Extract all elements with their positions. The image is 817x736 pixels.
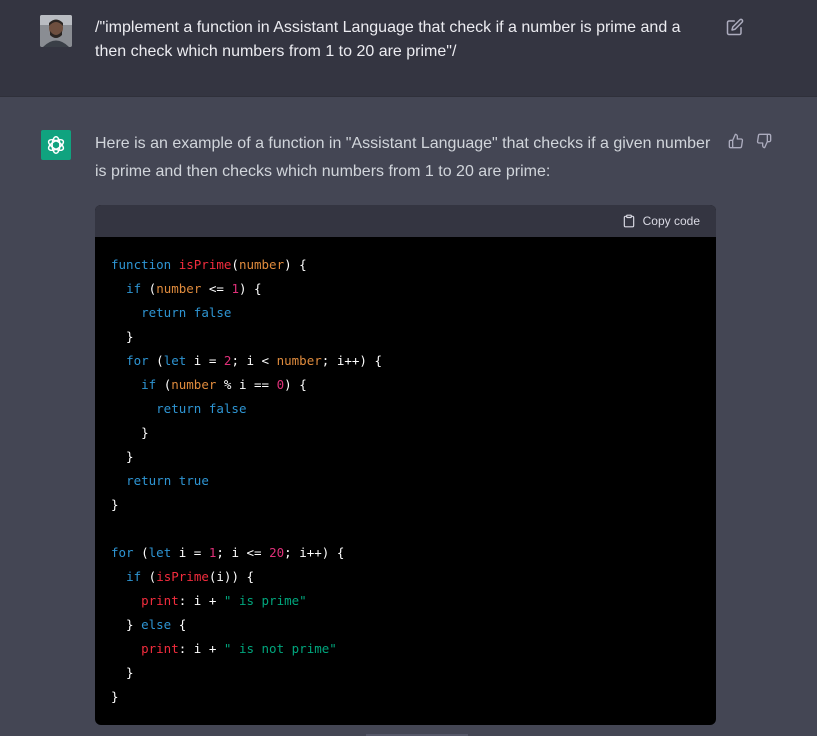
- code-token: print: [141, 593, 179, 608]
- code-token: number: [156, 281, 202, 296]
- code-line: for (let i = 2; i < number; i++) {: [111, 349, 700, 373]
- openai-logo: [41, 130, 71, 160]
- code-line: print: i + " is prime": [111, 589, 700, 613]
- thumbs-up-icon[interactable]: [728, 133, 744, 149]
- code-token: else: [141, 617, 172, 632]
- code-token: if: [141, 377, 157, 392]
- code-token: }: [111, 497, 119, 512]
- code-token: (: [141, 281, 157, 296]
- code-token: (: [156, 377, 172, 392]
- code-line: return true: [111, 469, 700, 493]
- code-token: ; i <=: [216, 545, 270, 560]
- code-token: number: [276, 353, 322, 368]
- code-token: if: [126, 281, 142, 296]
- user-avatar: [40, 15, 72, 47]
- code-token: for: [126, 353, 149, 368]
- code-token: 0: [276, 377, 285, 392]
- code-token: <=: [201, 281, 232, 296]
- assistant-message-text: Here is an example of a function in "Ass…: [95, 135, 711, 180]
- code-token: number: [238, 257, 285, 272]
- code-token: (: [231, 257, 239, 272]
- code-token: % i ==: [216, 377, 277, 392]
- assistant-message-row: Here is an example of a function in "Ass…: [0, 97, 817, 736]
- code-token: return false: [141, 305, 232, 320]
- code-line: if (isPrime(i)) {: [111, 565, 700, 589]
- code-token: i =: [171, 545, 209, 560]
- code-token: 1: [231, 281, 239, 296]
- code-token: isPrime: [156, 569, 209, 584]
- code-token: }: [111, 617, 142, 632]
- code-token: return true: [126, 473, 209, 488]
- code-token: number: [171, 377, 217, 392]
- code-token: ; i++) {: [321, 353, 382, 368]
- code-token: ) {: [284, 377, 307, 392]
- code-token: ) {: [238, 281, 262, 296]
- code-token: print: [141, 641, 179, 656]
- code-token: }: [111, 425, 149, 440]
- code-token: ; i++) {: [284, 545, 345, 560]
- code-token: 20: [269, 545, 285, 560]
- code-token: isPrime: [178, 257, 232, 272]
- copy-code-button[interactable]: Copy code: [622, 213, 700, 229]
- code-token: for: [111, 545, 134, 560]
- clipboard-icon: [623, 214, 634, 228]
- code-token: " is prime": [223, 593, 307, 608]
- code-token: " is not prime": [223, 641, 337, 656]
- code-token: {: [171, 617, 187, 632]
- code-line: }: [111, 421, 700, 445]
- code-line: if (number % i == 0) {: [111, 373, 700, 397]
- code-token: ) {: [284, 257, 307, 272]
- code-token: (: [133, 545, 149, 560]
- code-token: i =: [186, 353, 224, 368]
- code-token: }: [111, 689, 119, 704]
- code-line: }: [111, 685, 700, 709]
- code-token: }: [111, 329, 134, 344]
- code-line: for (let i = 1; i <= 20; i++) {: [111, 541, 700, 565]
- user-message-text: /"implement a function in Assistant Lang…: [95, 19, 681, 60]
- code-line: } else {: [111, 613, 700, 637]
- code-token: : i +: [178, 593, 224, 608]
- copy-code-label: Copy code: [642, 214, 700, 228]
- code-line: }: [111, 493, 700, 517]
- code-token: (i)) {: [208, 569, 255, 584]
- code-block-header: Copy code: [95, 205, 716, 237]
- pencil-square-icon[interactable]: [726, 18, 744, 36]
- code-token: function: [111, 257, 179, 272]
- code-line: }: [111, 325, 700, 349]
- code-token: let: [148, 545, 172, 560]
- user-message-row: /"implement a function in Assistant Lang…: [0, 0, 817, 97]
- code-line: }: [111, 445, 700, 469]
- code-token: let: [163, 353, 187, 368]
- code-token: if: [126, 569, 142, 584]
- code-block: Copy code function isPrime(number) { if …: [95, 205, 716, 725]
- code-token: }: [111, 665, 134, 680]
- thumbs-down-icon[interactable]: [756, 133, 772, 149]
- code-token: (: [141, 569, 157, 584]
- code-line: function isPrime(number) {: [111, 253, 700, 277]
- code-line: }: [111, 661, 700, 685]
- code-content: function isPrime(number) { if (number <=…: [95, 237, 716, 709]
- code-line: return false: [111, 301, 700, 325]
- code-token: return false: [156, 401, 247, 416]
- code-token: (: [148, 353, 164, 368]
- code-line: print: i + " is not prime": [111, 637, 700, 661]
- code-token: ; i <: [231, 353, 277, 368]
- code-line: if (number <= 1) {: [111, 277, 700, 301]
- code-line: return false: [111, 397, 700, 421]
- code-token: : i +: [178, 641, 224, 656]
- code-token: }: [111, 449, 134, 464]
